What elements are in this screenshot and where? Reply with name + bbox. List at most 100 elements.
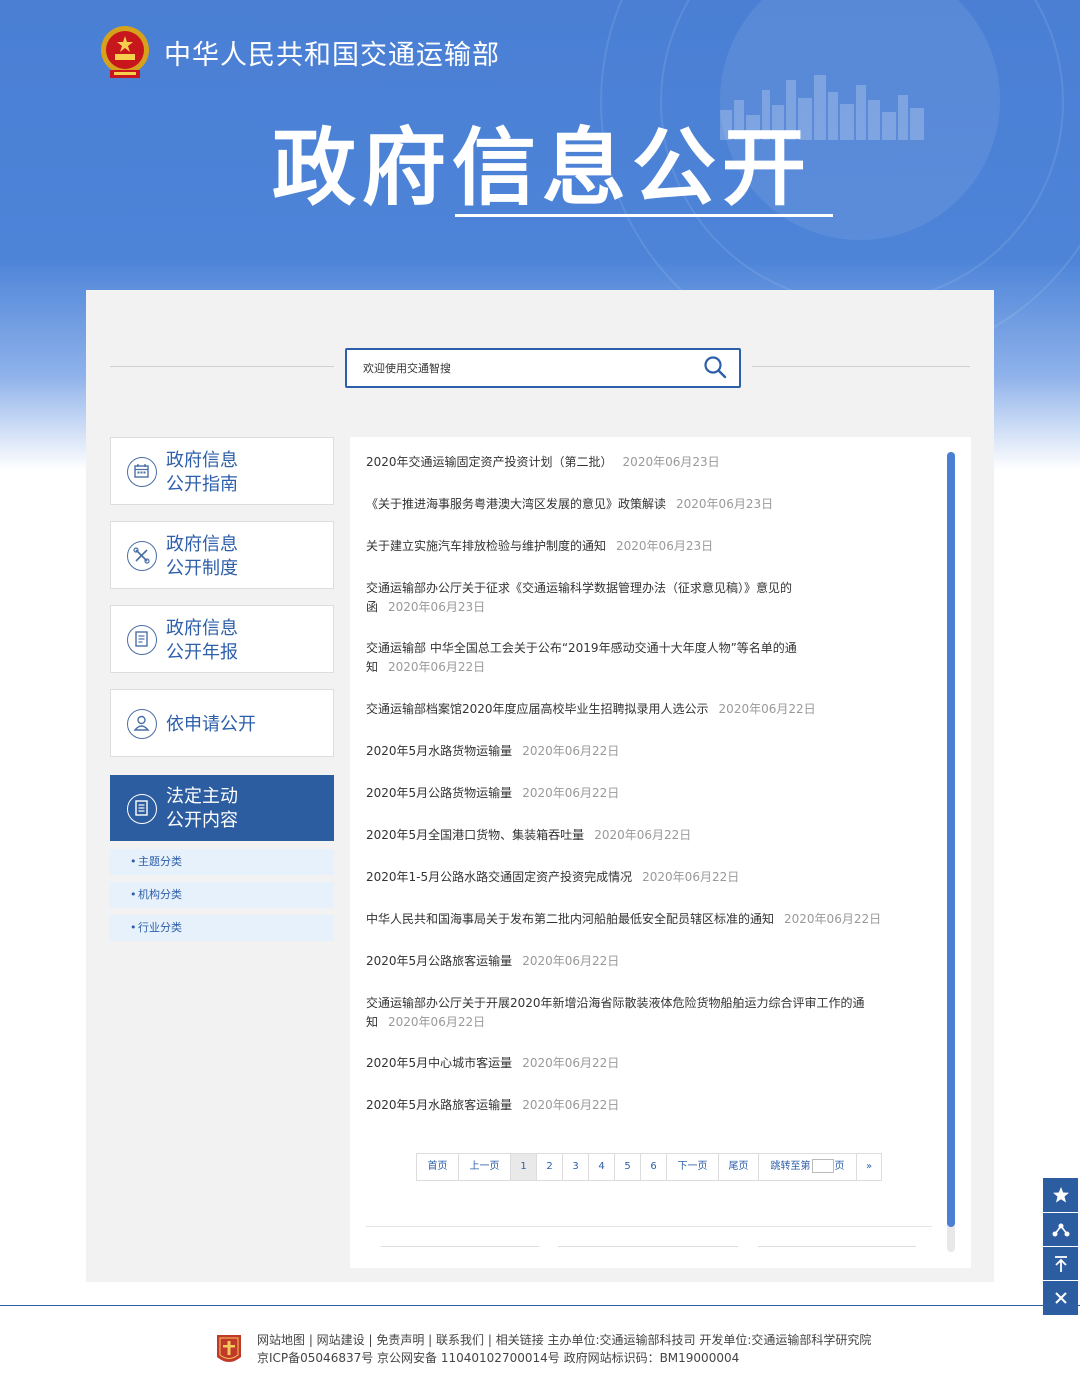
news-item[interactable]: 2020年5月公路货物运输量 2020年06月22日 (366, 784, 886, 803)
sidebar-item-label: 公开制度 (166, 558, 238, 579)
bottom-tab[interactable] (758, 1246, 916, 1247)
share-button[interactable] (1043, 1212, 1078, 1247)
title-underline (455, 214, 833, 217)
news-title[interactable]: 2020年5月水路货物运输量 (366, 744, 512, 758)
news-title[interactable]: 2020年5月公路货物运输量 (366, 786, 512, 800)
pagination: 首页 上一页 1 2 3 4 5 6 下一页 尾页 跳转至第 页 » (416, 1153, 882, 1181)
scrollbar-thumb[interactable] (947, 452, 955, 1227)
news-item[interactable]: 交通运输部档案馆2020年度应届高校毕业生招聘拟录用人选公示 2020年06月22… (366, 700, 886, 719)
bottom-tab[interactable] (558, 1246, 738, 1247)
page-button-1[interactable]: 1 (511, 1154, 537, 1180)
search-box (345, 348, 741, 388)
footer-links[interactable]: 网站地图 | 网站建设 | 免责声明 | 联系我们 | 相关链接 主办单位:交通… (257, 1332, 871, 1348)
news-item[interactable]: 中华人民共和国海事局关于发布第二批内河船舶最低安全配员辖区标准的通知 2020年0… (366, 910, 926, 929)
news-date: 2020年06月22日 (522, 1056, 620, 1070)
footer-divider (0, 1305, 1080, 1306)
news-title[interactable]: 2020年5月中心城市客运量 (366, 1056, 512, 1070)
news-title[interactable]: 关于建立实施汽车排放检验与维护制度的通知 (366, 539, 606, 553)
news-date: 2020年06月22日 (522, 786, 620, 800)
back-to-top-button[interactable] (1043, 1246, 1078, 1281)
prev-page-button[interactable]: 上一页 (459, 1154, 511, 1180)
bottom-tab[interactable] (381, 1246, 539, 1247)
news-date: 2020年06月22日 (784, 912, 882, 926)
news-title[interactable]: 2020年交通运输固定资产投资计划（第二批） (366, 455, 613, 469)
close-button[interactable] (1043, 1280, 1078, 1315)
news-item[interactable]: 2020年5月中心城市客运量 2020年06月22日 (366, 1054, 886, 1073)
sidebar-item-statutory[interactable]: 法定主动 公开内容 (110, 775, 334, 841)
sidebar-item-label: 政府信息 (166, 618, 238, 639)
last-page-button[interactable]: 尾页 (719, 1154, 759, 1180)
news-title[interactable]: 2020年5月公路旅客运输量 (366, 954, 512, 968)
news-item[interactable]: 交通运输部 中华全国总工会关于公布“2019年感动交通十大年度人物”等名单的通知… (366, 639, 886, 677)
news-title[interactable]: 交通运输部办公厅关于开展2020年新增沿海省际散装液体危险货物船舶运力综合评审工… (366, 996, 865, 1010)
news-date: 2020年06月23日 (388, 600, 486, 614)
search-icon[interactable] (703, 355, 727, 379)
news-date: 2020年06月23日 (676, 497, 774, 511)
more-pages-button[interactable]: » (857, 1154, 881, 1180)
divider (110, 366, 334, 367)
page-title: 政府信息公开 (272, 118, 813, 217)
sub-item-topic[interactable]: 主题分类 (110, 849, 334, 875)
first-page-button[interactable]: 首页 (417, 1154, 459, 1180)
news-title[interactable]: 2020年5月全国港口货物、集装箱吞吐量 (366, 828, 584, 842)
news-date: 2020年06月22日 (718, 702, 816, 716)
sidebar-item-on-request[interactable]: 依申请公开 (110, 689, 334, 757)
news-title[interactable]: 交通运输部 中华全国总工会关于公布“2019年感动交通十大年度人物”等名单的通 (366, 641, 797, 655)
news-title[interactable]: 2020年5月水路旅客运输量 (366, 1098, 512, 1112)
sidebar-item-label: 公开年报 (166, 642, 238, 663)
share-icon (1052, 1223, 1069, 1237)
sub-item-agency[interactable]: 机构分类 (110, 882, 334, 908)
news-date: 2020年06月22日 (642, 870, 740, 884)
jump-page-input[interactable] (811, 1159, 834, 1173)
news-item[interactable]: 交通运输部办公厅关于开展2020年新增沿海省际散装液体危险货物船舶运力综合评审工… (366, 994, 926, 1032)
page-button-2[interactable]: 2 (537, 1154, 563, 1180)
news-item[interactable]: 2020年1-5月公路水路交通固定资产投资完成情况 2020年06月22日 (366, 868, 886, 887)
sidebar-item-annual-report[interactable]: 政府信息 公开年报 (110, 605, 334, 673)
sidebar-item-label: 政府信息 (166, 534, 238, 555)
news-item[interactable]: 交通运输部办公厅关于征求《交通运输科学数据管理办法（征求意见稿）》意见的函 202… (366, 579, 886, 617)
news-item[interactable]: 2020年5月水路货物运输量 2020年06月22日 (366, 742, 886, 761)
page-button-5[interactable]: 5 (615, 1154, 641, 1180)
news-item[interactable]: 2020年5月公路旅客运输量 2020年06月22日 (366, 952, 886, 971)
news-title[interactable]: 交通运输部办公厅关于征求《交通运输科学数据管理办法（征求意见稿）》意见的 (366, 581, 792, 595)
jump-prefix: 跳转至第 (770, 1161, 811, 1172)
sidebar-item-label: 依申请公开 (166, 714, 256, 735)
ministry-logo (217, 1335, 241, 1362)
divider (366, 1226, 932, 1227)
news-date: 2020年06月22日 (388, 1015, 486, 1029)
news-title[interactable]: 中华人民共和国海事局关于发布第二批内河船舶最低安全配员辖区标准的通知 (366, 912, 774, 926)
page-button-6[interactable]: 6 (641, 1154, 667, 1180)
search-input[interactable] (361, 359, 685, 379)
sidebar-item-label: 法定主动 (166, 786, 238, 807)
next-page-button[interactable]: 下一页 (667, 1154, 719, 1180)
news-date: 2020年06月22日 (594, 828, 692, 842)
page-button-4[interactable]: 4 (589, 1154, 615, 1180)
footer-registration: 京ICP备05046837号 京公网安备 11040102700014号 政府网… (257, 1351, 740, 1365)
news-title[interactable]: 2020年1-5月公路水路交通固定资产投资完成情况 (366, 870, 632, 884)
news-title[interactable]: 交通运输部档案馆2020年度应届高校毕业生招聘拟录用人选公示 (366, 702, 709, 716)
page-button-3[interactable]: 3 (563, 1154, 589, 1180)
sub-item-industry[interactable]: 行业分类 (110, 915, 334, 941)
news-title[interactable]: 函 (366, 600, 378, 614)
news-date: 2020年06月23日 (622, 455, 720, 469)
news-title[interactable]: 《关于推进海事服务粤港澳大湾区发展的意见》政策解读 (366, 497, 666, 511)
news-title[interactable]: 知 (366, 1015, 378, 1029)
news-item[interactable]: 《关于推进海事服务粤港澳大湾区发展的意见》政策解读 2020年06月23日 (366, 495, 886, 514)
news-item[interactable]: 关于建立实施汽车排放检验与维护制度的通知 2020年06月23日 (366, 537, 886, 556)
news-date: 2020年06月22日 (522, 744, 620, 758)
news-item[interactable]: 2020年5月水路旅客运输量 2020年06月22日 (366, 1096, 886, 1115)
news-list-panel (350, 437, 971, 1268)
star-icon (1052, 1187, 1069, 1203)
news-item[interactable]: 2020年交通运输固定资产投资计划（第二批） 2020年06月23日 (366, 453, 886, 472)
sidebar-item-label: 公开指南 (166, 474, 238, 495)
sidebar-item-guide[interactable]: 政府信息 公开指南 (110, 437, 334, 505)
news-date: 2020年06月23日 (616, 539, 714, 553)
news-date: 2020年06月22日 (522, 954, 620, 968)
close-icon (1054, 1292, 1067, 1304)
sidebar-item-system[interactable]: 政府信息 公开制度 (110, 521, 334, 589)
news-title[interactable]: 知 (366, 660, 378, 674)
sidebar-item-label: 公开内容 (166, 810, 238, 831)
sidebar-item-label: 政府信息 (166, 450, 238, 471)
favorite-button[interactable] (1043, 1178, 1078, 1212)
news-item[interactable]: 2020年5月全国港口货物、集装箱吞吐量 2020年06月22日 (366, 826, 886, 845)
